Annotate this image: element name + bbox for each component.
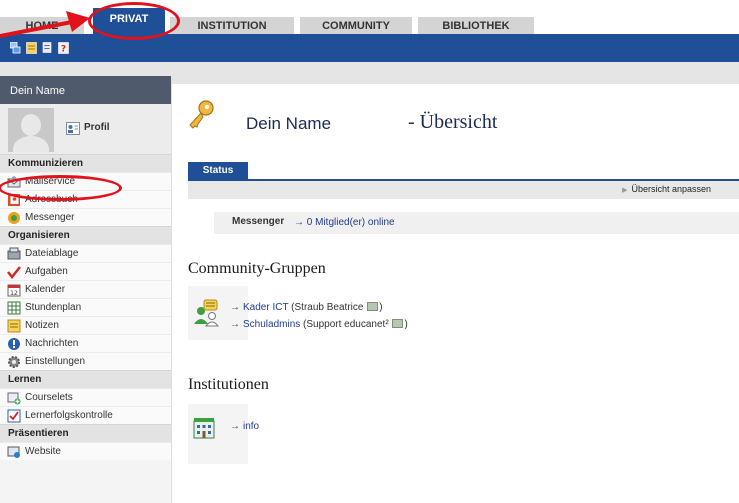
- section-lernen: Lernen: [0, 370, 171, 388]
- courselets-icon: [7, 392, 21, 405]
- arrow-right-icon: →: [294, 217, 307, 228]
- app-page: HOME PRIVAT INSTITUTION COMMUNITY BIBLIO…: [0, 0, 739, 503]
- main-content: Dein Name - Übersicht Status ▶ Übersicht …: [180, 84, 739, 503]
- institutions-box: [188, 404, 248, 464]
- sidebar-item-einstellungen[interactable]: Einstellungen: [0, 352, 171, 370]
- sidebar-item-dateiablage[interactable]: Dateiablage: [0, 244, 171, 262]
- sidebar-item-label: Aufgaben: [25, 266, 68, 277]
- sidebar-item-website[interactable]: Website: [0, 442, 171, 460]
- sidebar-header: Dein Name: [0, 76, 171, 104]
- section-organisieren: Organisieren: [0, 226, 171, 244]
- arrow-right-icon: →: [230, 319, 240, 330]
- sidebar-item-label: Nachrichten: [25, 338, 79, 349]
- user-name-heading: Dein Name: [246, 114, 332, 133]
- group-icon: [194, 299, 220, 327]
- sidebar-item-label: Lernerfolgskontrolle: [25, 410, 113, 421]
- toolbar: ?: [0, 34, 739, 62]
- sidebar-item-lernerfolgskontrolle[interactable]: Lernerfolgskontrolle: [0, 406, 171, 424]
- profile-card-icon[interactable]: [66, 122, 80, 135]
- section-kommunizieren: Kommunizieren: [0, 154, 171, 172]
- sidebar-item-label: Kalender: [25, 284, 66, 295]
- sidebar: Dein Name Profil Kommunizieren Mailservi…: [0, 76, 172, 503]
- sidebar-item-courselets[interactable]: Courselets: [0, 388, 171, 406]
- checkmark-icon: [7, 266, 21, 279]
- gear-icon: [8, 356, 20, 368]
- notes-icon: [7, 319, 21, 333]
- members-online-text: 0 Mitglied(er) online: [306, 217, 395, 228]
- avatar: [8, 108, 54, 152]
- profile-link[interactable]: Profil: [84, 121, 110, 135]
- sidebar-item-label: Stundenplan: [25, 302, 82, 313]
- tab-status[interactable]: Status: [188, 162, 248, 180]
- sidebar-item-aufgaben[interactable]: Aufgaben: [0, 262, 171, 280]
- institutions-title: Institutionen: [188, 376, 269, 393]
- timetable-icon: [7, 301, 21, 315]
- section-praesentieren: Präsentieren: [0, 424, 171, 442]
- triangle-right-icon: ▶: [622, 187, 628, 194]
- key-icon: [189, 100, 214, 129]
- messenger-icon: [8, 212, 20, 224]
- member-icon: [392, 319, 404, 328]
- page-title: - Übersicht: [408, 111, 498, 133]
- website-icon: [7, 446, 20, 458]
- community-groups-box: [188, 286, 248, 340]
- messenger-row: Messenger → 0 Mitglied(er) online: [214, 212, 739, 234]
- sidebar-item-label: Dateiablage: [25, 248, 79, 259]
- group-detail: (Support educanet²: [303, 319, 389, 330]
- sidebar-item-messenger[interactable]: Messenger: [0, 208, 171, 226]
- sidebar-item-label: Messenger: [25, 212, 75, 223]
- messenger-label: Messenger: [232, 216, 285, 227]
- status-bar: ▶ Übersicht anpassen: [188, 181, 739, 199]
- institution-link-label: info: [243, 421, 260, 432]
- sidebar-item-stundenplan[interactable]: Stundenplan: [0, 298, 171, 316]
- group-close: ): [404, 319, 408, 330]
- building-icon: [193, 418, 215, 439]
- sidebar-item-label: Courselets: [25, 392, 73, 403]
- news-icon: [8, 338, 20, 350]
- group-detail: (Straub Beatrice: [291, 302, 364, 313]
- group-link[interactable]: Schuladmins: [243, 319, 300, 330]
- sidebar-item-nachrichten[interactable]: Nachrichten: [0, 334, 171, 352]
- sidebar-item-label: Website: [25, 446, 61, 457]
- sidebar-item-notizen[interactable]: Notizen: [0, 316, 171, 334]
- profile-panel: Profil: [0, 104, 171, 154]
- institution-link[interactable]: → info: [230, 421, 259, 432]
- group-item-schuladmins: → Schuladmins (Support educanet² ): [230, 319, 408, 330]
- members-online-link[interactable]: → 0 Mitglied(er) online: [294, 217, 395, 228]
- group-close: ): [379, 302, 383, 313]
- sidebar-item-label: Notizen: [25, 320, 59, 331]
- sidebar-item-kalender[interactable]: 12 Kalender: [0, 280, 171, 298]
- calendar-icon: 12: [7, 284, 21, 297]
- svg-text:12: 12: [10, 290, 18, 297]
- sidebar-item-label: Einstellungen: [25, 356, 86, 367]
- arrow-right-icon: →: [230, 302, 240, 313]
- community-groups-title: Community-Gruppen: [188, 260, 326, 277]
- annotation-arrow-icon: [0, 11, 90, 38]
- member-icon: [367, 302, 379, 311]
- file-storage-icon: [7, 247, 21, 260]
- quiz-icon: [7, 409, 21, 423]
- group-item-kader-ict: → Kader ICT (Straub Beatrice ): [230, 302, 383, 313]
- annotation-circle-mailservice: [0, 175, 122, 201]
- customize-overview-link[interactable]: ▶ Übersicht anpassen: [622, 184, 711, 194]
- customize-label: Übersicht anpassen: [631, 184, 711, 194]
- annotation-circle-privat: [88, 2, 180, 40]
- arrow-right-icon: →: [230, 421, 240, 432]
- group-link[interactable]: Kader ICT: [243, 302, 288, 313]
